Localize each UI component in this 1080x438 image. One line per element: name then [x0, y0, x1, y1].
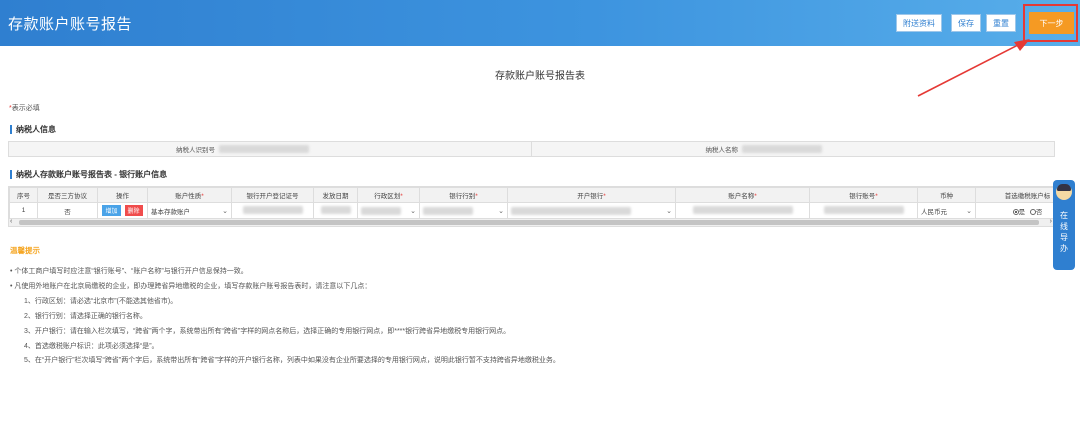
tip-line: 2、银行行别：请选择正确的银行名称。 [24, 313, 147, 320]
delete-row-button[interactable]: 删除 [124, 205, 143, 216]
taxpayer-id-label: 纳税人识别号 [176, 147, 215, 154]
online-guide-label: 在线导办 [1060, 211, 1068, 253]
bank-license-number-field[interactable] [231, 202, 314, 219]
taxpayer-name-cell: 纳税人名称 [532, 142, 1054, 156]
taxpayer-id-cell: 纳税人识别号 [9, 142, 532, 156]
account-name-field[interactable] [675, 202, 810, 219]
col-header: 银行行别* [419, 187, 508, 203]
col-header: 首选缴税账户标 [975, 187, 1054, 203]
row-index: 1 [9, 202, 38, 219]
redacted-value [692, 205, 793, 214]
required-note: *表示必填 [9, 103, 40, 113]
app-title: 存款账户账号报告 [8, 16, 133, 33]
horizontal-scrollbar[interactable]: ‹ › [9, 218, 1054, 226]
opening-bank-select[interactable]: ⌄ [507, 202, 676, 219]
table-header-row: 序号 是否三方协议 操作 账户性质* 银行开户登记证号 发放日期 行政区划* 银… [9, 187, 1054, 203]
bank-category-select[interactable]: ⌄ [419, 202, 508, 219]
col-header: 账户名称* [675, 187, 810, 203]
col-header: 行政区划* [357, 187, 420, 203]
tips-title: 温馨提示 [10, 246, 40, 255]
preferred-yes-radio[interactable] [1012, 208, 1019, 215]
tip-line: • 个体工商户填写时应注意“银行账号”、“账户名称”与银行开户信息保持一致。 [10, 268, 248, 275]
next-button-highlight-box [1023, 4, 1078, 42]
chevron-down-icon: ⌄ [666, 207, 672, 215]
taxpayer-name-label: 纳税人名称 [705, 147, 739, 154]
redacted-value [423, 206, 473, 215]
save-button[interactable]: 保存 [951, 14, 981, 32]
tip-line: • 凡使用外地账户在北京局缴税的企业，即办理跨省异地缴税的企业，填写存款账户账号… [10, 283, 372, 290]
preferred-no-radio[interactable] [1029, 208, 1036, 215]
col-header: 银行账号* [809, 187, 918, 203]
form-title: 存款账户账号报告表 [495, 71, 585, 82]
scroll-right-icon[interactable]: › [1050, 218, 1052, 225]
table-row: 1 否 增加 删除 基本存款账户 ⌄ ⌄ ⌄ ⌄ 人民币元 ⌄ 是 否 [9, 202, 1054, 219]
taxpayer-id-value-redacted [219, 145, 309, 153]
col-header: 账户性质* [147, 187, 232, 203]
attach-materials-button[interactable]: 附送资料 [896, 14, 942, 32]
tripartite-value: 否 [37, 202, 98, 219]
issue-date-field[interactable] [313, 202, 358, 219]
tip-line: 1、行政区划：请必选“北京市”(不能选其他省市)。 [24, 298, 178, 305]
tip-line: 5、在“开户银行”栏次填写“跨省”两个字后，系统带出所有“跨省”字样的开户银行名… [24, 357, 560, 364]
taxpayer-info-row: 纳税人识别号 纳税人名称 [8, 141, 1055, 157]
add-row-button[interactable]: 增加 [102, 205, 121, 216]
tip-line: 3、开户银行：请在输入栏次填写，“跨省”两个字，系统带出所有“跨省”字样的网点名… [24, 328, 511, 335]
redacted-value [823, 205, 904, 214]
row-actions: 增加 删除 [97, 202, 148, 219]
chevron-down-icon: ⌄ [410, 207, 416, 215]
col-header: 序号 [9, 187, 38, 203]
chevron-down-icon: ⌄ [498, 207, 504, 215]
chevron-down-icon: ⌄ [222, 207, 228, 215]
col-header: 币种 [917, 187, 976, 203]
bank-account-number-field[interactable] [809, 202, 918, 219]
required-note-text: 表示必填 [11, 105, 40, 112]
account-type-select[interactable]: 基本存款账户 ⌄ [147, 202, 232, 219]
redacted-value [320, 205, 351, 214]
col-header: 银行开户登记证号 [231, 187, 314, 203]
online-guide-widget[interactable]: 在线导办 [1053, 180, 1075, 270]
assistant-avatar-icon [1056, 184, 1072, 200]
chevron-down-icon: ⌄ [966, 207, 972, 215]
taxpayer-name-value-redacted [742, 145, 822, 153]
preferred-account-radios: 是 否 [975, 202, 1054, 219]
preferred-no-label: 否 [1035, 208, 1043, 216]
tip-line: 4、首选缴税账户标识：此项必须选择“是”。 [24, 343, 159, 350]
bank-account-table: 序号 是否三方协议 操作 账户性质* 银行开户登记证号 发放日期 行政区划* 银… [8, 186, 1055, 227]
scrollbar-thumb[interactable] [19, 220, 1039, 225]
taxpayer-section-title: 纳税人信息 [10, 125, 56, 134]
redacted-value [242, 205, 303, 214]
reset-button[interactable]: 重置 [986, 14, 1016, 32]
preferred-yes-label: 是 [1018, 208, 1026, 216]
scroll-left-icon[interactable]: ‹ [10, 218, 12, 225]
col-header: 是否三方协议 [37, 187, 98, 203]
col-header: 发放日期 [313, 187, 358, 203]
currency-value: 人民币元 [921, 208, 947, 216]
accounts-section-title: 纳税人存款账户账号报告表 - 银行账户信息 [10, 170, 167, 179]
app-header: 存款账户账号报告 附送资料 保存 重置 下一步 [0, 0, 1080, 46]
col-header: 开户银行* [507, 187, 676, 203]
region-select[interactable]: ⌄ [357, 202, 420, 219]
redacted-value [511, 206, 631, 215]
currency-select[interactable]: 人民币元 ⌄ [917, 202, 976, 219]
redacted-value [361, 206, 401, 215]
account-type-value: 基本存款账户 [151, 208, 190, 216]
col-header: 操作 [97, 187, 148, 203]
